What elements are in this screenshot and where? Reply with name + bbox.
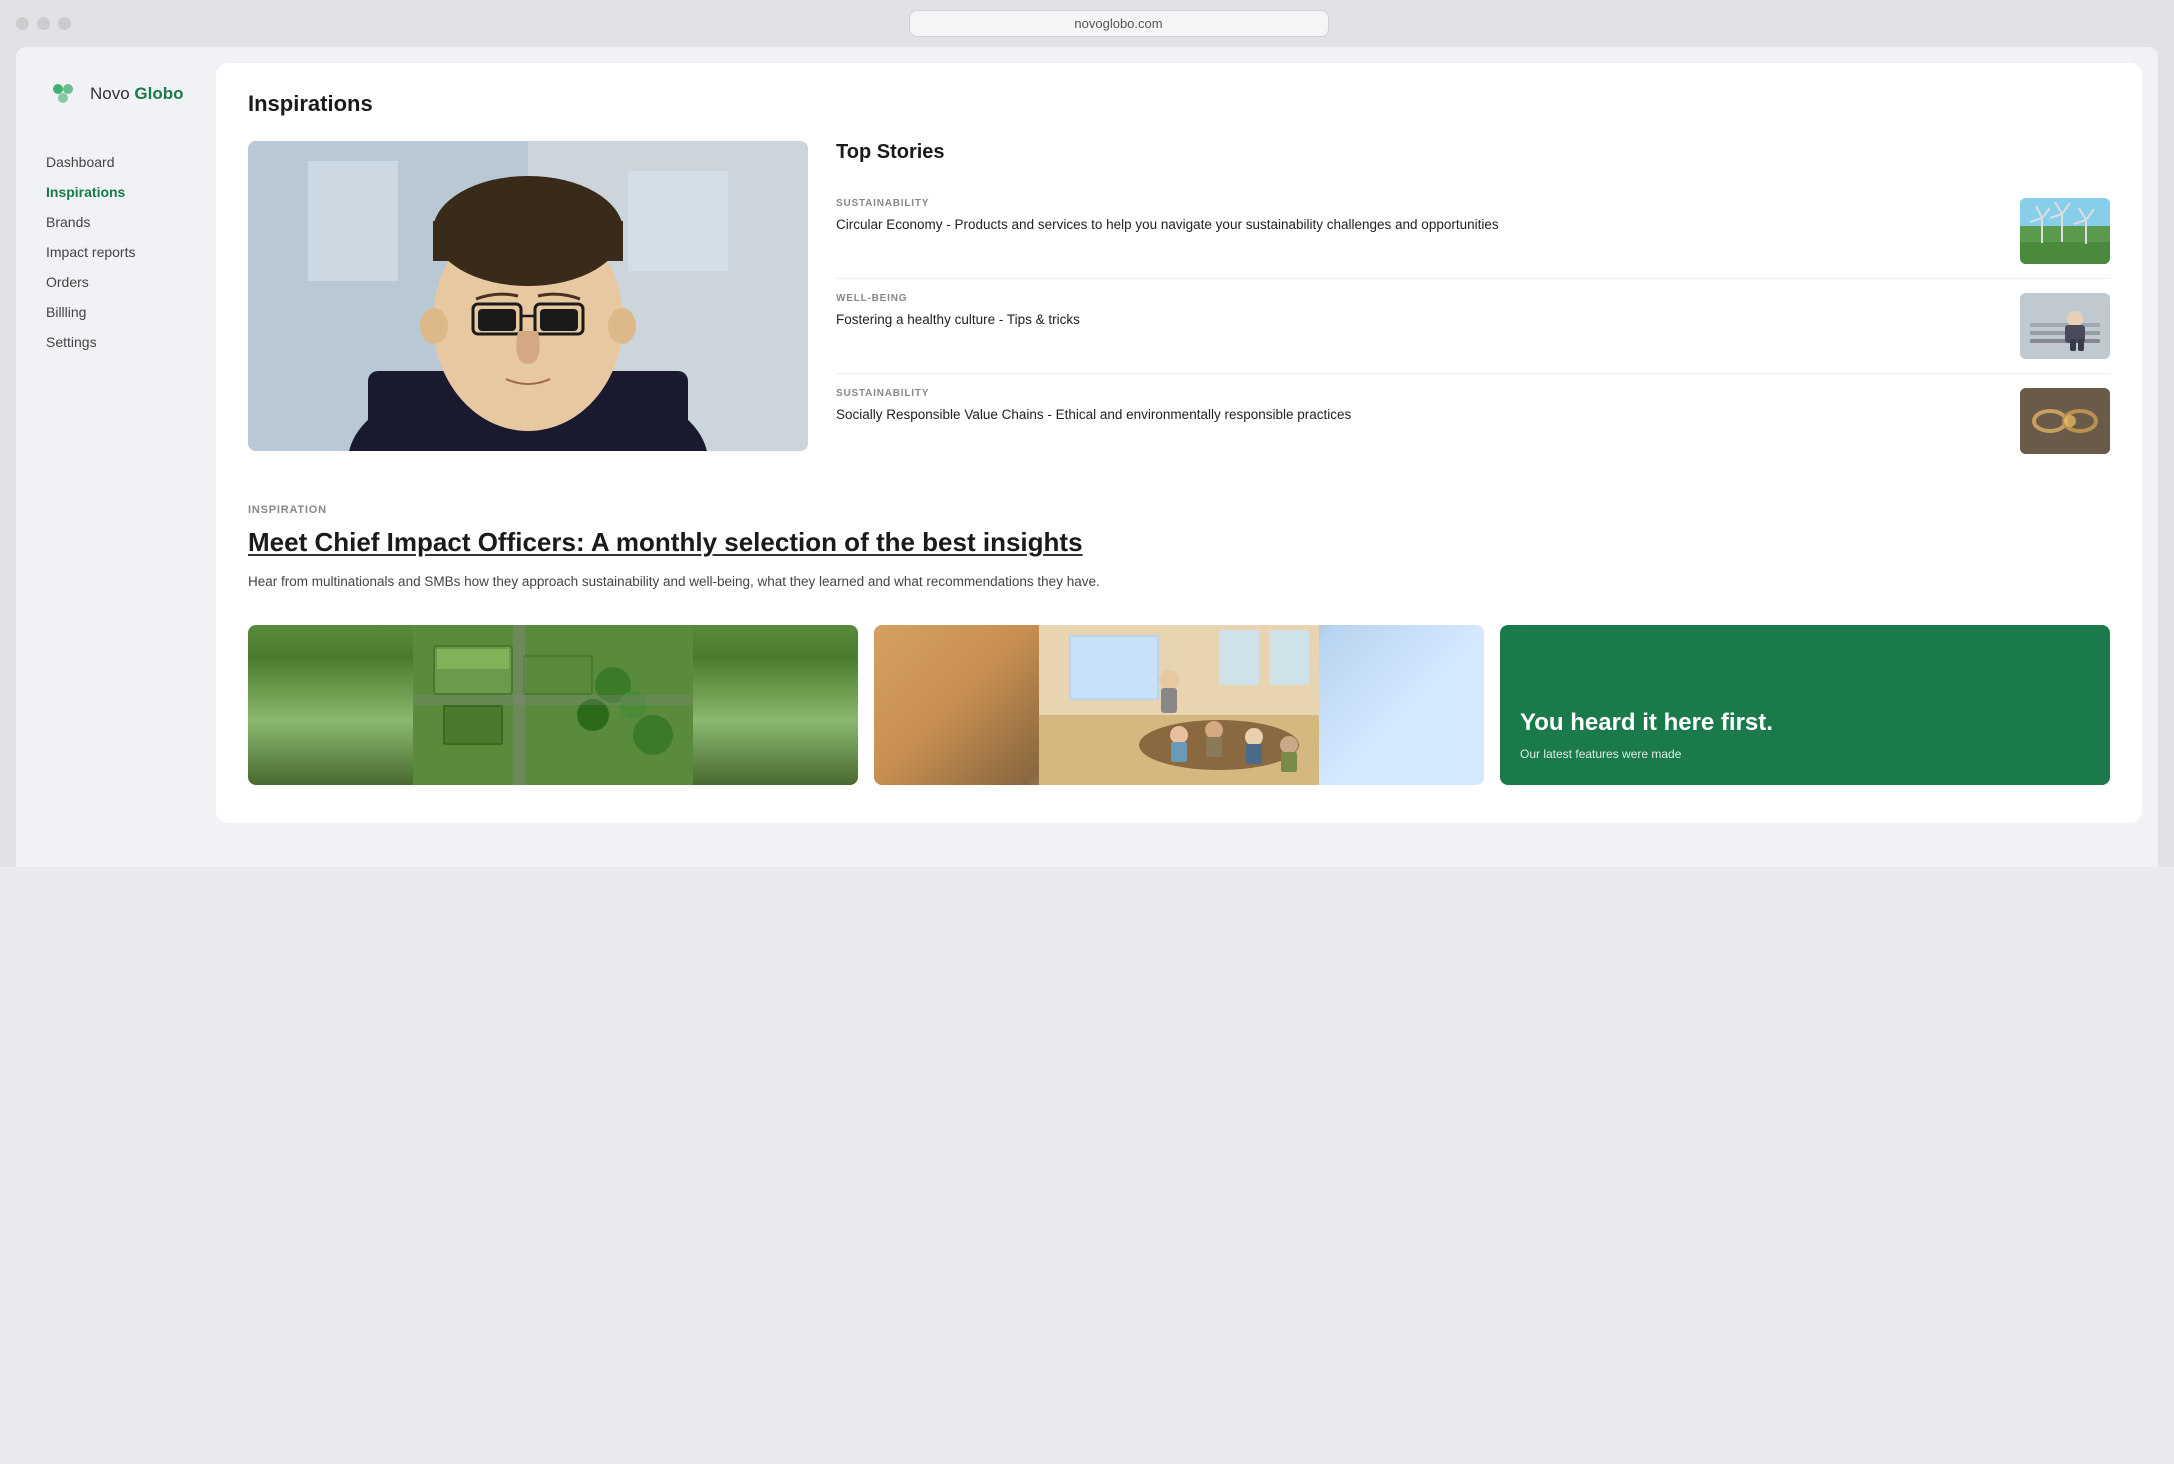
story-3-category: SUSTAINABILITY (836, 388, 2006, 399)
logo-area: Novo Globo (46, 77, 216, 111)
story-2-thumb (2020, 293, 2110, 359)
page-title: Inspirations (248, 91, 2110, 117)
story-2-text: Fostering a healthy culture - Tips & tri… (836, 310, 2006, 330)
sidebar-item-brands[interactable]: Brands (46, 207, 216, 237)
browser-window: Novo Globo Dashboard Inspirations Brands… (16, 47, 2158, 867)
sidebar-nav: Dashboard Inspirations Brands Impact rep… (46, 147, 216, 357)
browser-chrome: novoglobo.com Novo Globo Dashboard Inspi… (0, 0, 2174, 867)
thumb-windmills-img (2020, 198, 2110, 264)
story-item-2[interactable]: WELL-BEING Fostering a healthy culture -… (836, 279, 2110, 374)
thumb-chains-img (2020, 388, 2110, 454)
promo-green-card: You heard it here first. Our latest feat… (1500, 625, 2110, 785)
logo-plain: Novo (90, 84, 134, 103)
hero-portrait-svg (248, 141, 808, 451)
top-stories: Top Stories SUSTAINABILITY Circular Econ… (836, 141, 2110, 468)
logo-text: Novo Globo (90, 84, 184, 104)
buildings-image (248, 625, 858, 785)
logo-icon (46, 77, 80, 111)
logo-bold: Globo (134, 84, 183, 103)
article-description: Hear from multinationals and SMBs how th… (248, 572, 2110, 593)
story-item-1[interactable]: SUSTAINABILITY Circular Economy - Produc… (836, 184, 2110, 279)
promo-headline: You heard it here first. (1520, 709, 2090, 738)
sidebar-item-dashboard[interactable]: Dashboard (46, 147, 216, 177)
browser-dot-green (58, 17, 71, 30)
browser-controls: novoglobo.com (16, 10, 2158, 47)
bottom-cards: You heard it here first. Our latest feat… (248, 625, 2110, 785)
sidebar-item-impact-reports[interactable]: Impact reports (46, 237, 216, 267)
hero-section: Top Stories SUSTAINABILITY Circular Econ… (248, 141, 2110, 468)
address-bar[interactable]: novoglobo.com (909, 10, 1329, 37)
story-3-text-area: SUSTAINABILITY Socially Responsible Valu… (836, 388, 2006, 425)
story-1-text-area: SUSTAINABILITY Circular Economy - Produc… (836, 198, 2006, 235)
browser-dot-red (16, 17, 29, 30)
hero-image (248, 141, 808, 451)
sidebar-item-orders[interactable]: Orders (46, 267, 216, 297)
sidebar-item-billing[interactable]: Billling (46, 297, 216, 327)
article-tag: INSPIRATION (248, 504, 2110, 516)
story-2-category: WELL-BEING (836, 293, 2006, 304)
story-1-text: Circular Economy - Products and services… (836, 215, 2006, 235)
top-stories-heading: Top Stories (836, 141, 2110, 164)
bottom-card-meeting[interactable] (874, 625, 1484, 785)
bottom-card-promo[interactable]: You heard it here first. Our latest feat… (1500, 625, 2110, 785)
sidebar-item-inspirations[interactable]: Inspirations (46, 177, 216, 207)
story-1-thumb (2020, 198, 2110, 264)
story-1-category: SUSTAINABILITY (836, 198, 2006, 209)
article-title[interactable]: Meet Chief Impact Officers: A monthly se… (248, 526, 2110, 560)
thumb-person-img (2020, 293, 2110, 359)
story-3-text: Socially Responsible Value Chains - Ethi… (836, 405, 2006, 425)
browser-dot-yellow (37, 17, 50, 30)
content-card: Inspirations (216, 63, 2142, 823)
story-item-3[interactable]: SUSTAINABILITY Socially Responsible Valu… (836, 374, 2110, 468)
meeting-image (874, 625, 1484, 785)
story-2-text-area: WELL-BEING Fostering a healthy culture -… (836, 293, 2006, 330)
sidebar: Novo Globo Dashboard Inspirations Brands… (16, 47, 216, 867)
main-content: Inspirations (216, 47, 2158, 867)
featured-article: INSPIRATION Meet Chief Impact Officers: … (248, 500, 2110, 593)
sidebar-item-settings[interactable]: Settings (46, 327, 216, 357)
promo-subtext: Our latest features were made (1520, 746, 2090, 763)
bottom-card-buildings[interactable] (248, 625, 858, 785)
story-3-thumb (2020, 388, 2110, 454)
